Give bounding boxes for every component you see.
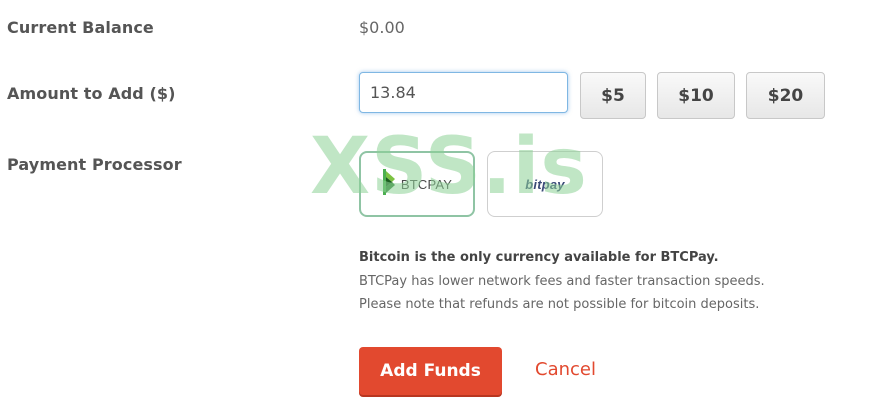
add-funds-button[interactable]: Add Funds	[359, 347, 502, 395]
btcpay-logo-icon	[382, 167, 396, 201]
payment-processor-label: Payment Processor	[7, 155, 182, 174]
info-line-1: Bitcoin is the only currency available f…	[359, 250, 719, 265]
info-line-2: BTCPay has lower network fees and faster…	[359, 274, 765, 289]
bitpay-logo-icon: bitpay	[525, 176, 565, 192]
preset-5-button[interactable]: $5	[580, 72, 646, 119]
info-line-3: Please note that refunds are not possibl…	[359, 297, 760, 312]
processor-option-bitpay[interactable]: bitpay	[487, 151, 603, 217]
processor-option-btcpay[interactable]: BTCPAY	[359, 151, 475, 217]
preset-10-button[interactable]: $10	[657, 72, 735, 119]
amount-input[interactable]	[359, 72, 568, 113]
btcpay-logo-text: BTCPAY	[400, 176, 453, 192]
current-balance-label: Current Balance	[7, 18, 154, 37]
amount-label: Amount to Add ($)	[7, 84, 176, 103]
cancel-link[interactable]: Cancel	[535, 359, 596, 380]
preset-20-button[interactable]: $20	[746, 72, 825, 119]
current-balance-value: $0.00	[359, 18, 405, 37]
